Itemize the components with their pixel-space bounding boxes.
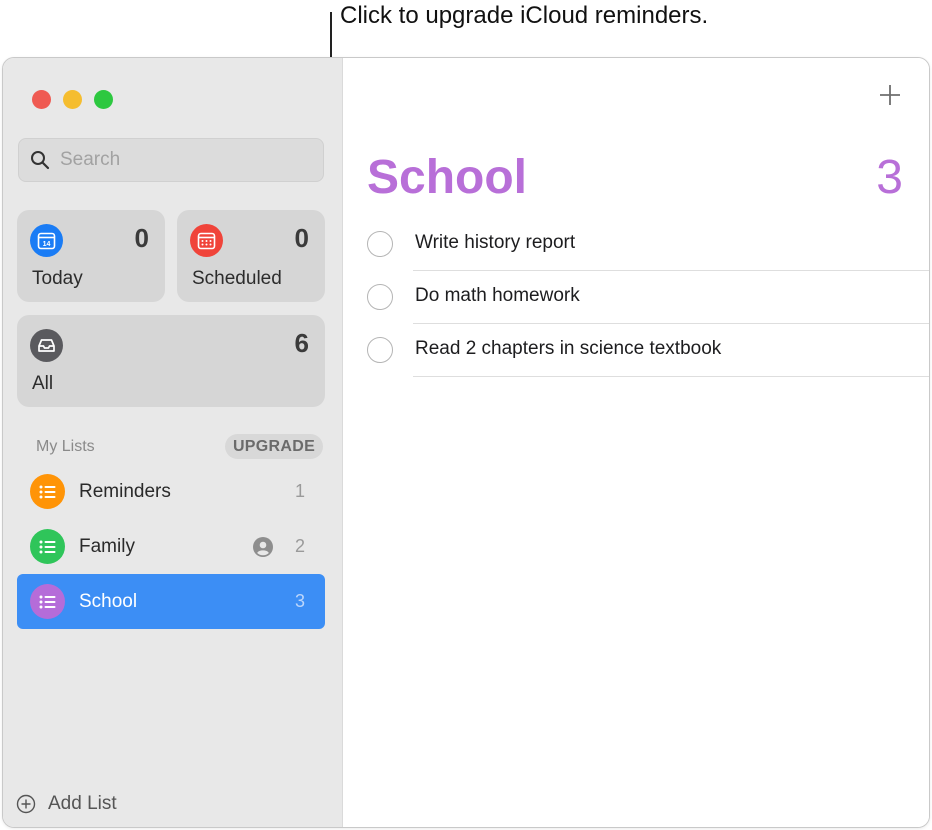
calendar-today-icon: 14 — [30, 224, 63, 257]
all-label: All — [32, 373, 54, 394]
list-item-count: 1 — [294, 481, 305, 501]
close-window-button[interactable] — [32, 90, 51, 109]
add-reminder-button[interactable] — [879, 82, 901, 112]
reminder-row: Read 2 chapters in science textbook — [343, 324, 929, 377]
scheduled-count: 0 — [294, 223, 309, 253]
list-item-count: 3 — [294, 591, 305, 611]
list-icon — [30, 474, 65, 509]
complete-checkbox[interactable] — [367, 337, 393, 363]
all-count: 6 — [294, 328, 309, 358]
reminders-window: Search 14 0 Today 0 Scheduled 6 All My L… — [2, 57, 930, 828]
list-item-family[interactable]: Family 2 — [17, 519, 325, 574]
today-label: Today — [32, 268, 83, 289]
list-item-label: School — [79, 590, 138, 612]
list-item-label: Family — [79, 535, 135, 557]
list-icon — [30, 529, 65, 564]
window-controls — [32, 90, 113, 109]
complete-checkbox[interactable] — [367, 284, 393, 310]
reminder-title[interactable]: Write history report — [415, 232, 575, 254]
reminder-title[interactable]: Do math homework — [415, 285, 580, 307]
list-item-count: 2 — [294, 536, 305, 556]
add-list-button[interactable]: Add List — [16, 793, 117, 815]
smart-list-today[interactable]: 14 0 Today — [17, 210, 165, 302]
complete-checkbox[interactable] — [367, 231, 393, 257]
svg-text:14: 14 — [43, 241, 51, 248]
upgrade-button[interactable]: UPGRADE — [225, 434, 323, 459]
reminder-title[interactable]: Read 2 chapters in science textbook — [415, 338, 721, 360]
list-title: School — [367, 151, 528, 204]
list-item-reminders[interactable]: Reminders 1 — [17, 464, 325, 519]
search-icon — [31, 151, 50, 170]
add-circle-icon — [16, 794, 36, 814]
plus-icon — [880, 85, 900, 105]
minimize-window-button[interactable] — [63, 90, 82, 109]
list-count: 3 — [876, 151, 903, 204]
list-item-school[interactable]: School 3 — [17, 574, 325, 629]
scheduled-label: Scheduled — [192, 268, 282, 289]
zoom-window-button[interactable] — [94, 90, 113, 109]
calendar-scheduled-icon — [190, 224, 223, 257]
search-field[interactable]: Search — [18, 138, 324, 182]
reminder-row: Write history report — [343, 218, 929, 271]
today-count: 0 — [134, 223, 149, 253]
add-list-label: Add List — [48, 793, 117, 814]
reminder-row: Do math homework — [343, 271, 929, 324]
reminders-content: School 3 Write history report Do math ho… — [343, 58, 929, 827]
tray-icon — [30, 329, 63, 362]
shared-person-icon — [252, 536, 273, 557]
list-item-label: Reminders — [79, 480, 171, 502]
row-divider — [413, 376, 929, 377]
list-icon — [30, 584, 65, 619]
sidebar: Search 14 0 Today 0 Scheduled 6 All My L… — [3, 58, 343, 827]
callout-text: Click to upgrade iCloud reminders. — [340, 2, 709, 29]
search-placeholder: Search — [60, 149, 121, 170]
smart-list-all[interactable]: 6 All — [17, 315, 325, 407]
my-lists-header: My Lists — [36, 438, 95, 455]
smart-list-scheduled[interactable]: 0 Scheduled — [177, 210, 325, 302]
